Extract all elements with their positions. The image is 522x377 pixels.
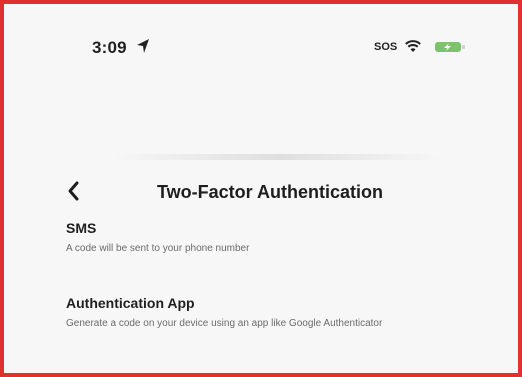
status-bar: 3:09 SOS [4, 4, 518, 84]
option-sms-label: SMS [66, 220, 97, 236]
section-divider [114, 154, 444, 160]
navigation-bar: Two-Factor Authentication [4, 89, 518, 202]
sos-indicator: SOS [374, 41, 398, 53]
location-arrow-icon [137, 39, 149, 53]
wifi-icon [405, 40, 421, 52]
battery-charging-icon [435, 42, 465, 52]
option-app-label: Authentication App [66, 295, 195, 311]
option-authentication-app[interactable]: Authentication App Generate a code on yo… [66, 295, 466, 331]
option-sms[interactable]: SMS A code will be sent to your phone nu… [66, 220, 466, 256]
page-title: Two-Factor Authentication [157, 182, 383, 202]
option-sms-description: A code will be sent to your phone number [66, 243, 250, 254]
option-app-description: Generate a code on your device using an … [66, 318, 383, 329]
screen-frame: 3:09 SOS Two-Factor Authentication SMS A… [0, 0, 522, 377]
status-time: 3:09 [92, 38, 127, 57]
